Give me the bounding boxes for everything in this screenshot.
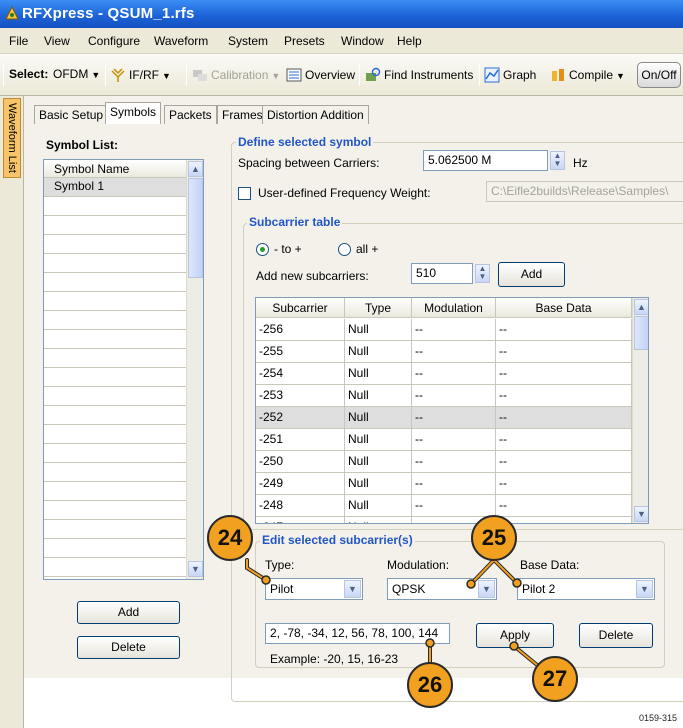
callout-lines xyxy=(245,558,550,676)
tab-symbols[interactable]: Symbols xyxy=(105,102,162,124)
callout-27: 27 xyxy=(532,656,578,702)
figure-code: 0159-315 xyxy=(639,713,678,723)
callout-24: 24 xyxy=(207,515,253,561)
callout-25: 25 xyxy=(471,515,517,561)
callout-26: 26 xyxy=(407,662,453,708)
